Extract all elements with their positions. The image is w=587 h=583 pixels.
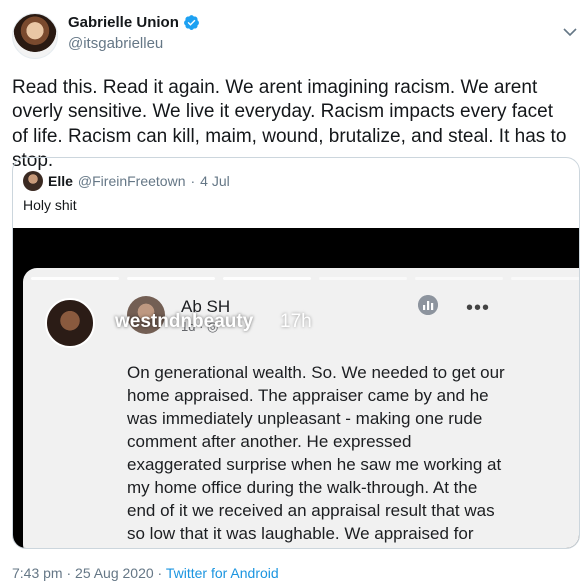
tweet-card: Gabrielle Union @itsgabrielleu Read this… — [0, 0, 587, 583]
quoted-handle: @FireinFreetown — [77, 173, 186, 189]
quoted-text: Holy shit — [23, 197, 77, 213]
story-progress-bar — [127, 277, 215, 280]
tweet-source-link[interactable]: Twitter for Android — [166, 565, 279, 581]
quoted-separator: · — [190, 173, 196, 189]
story-username: westndnbeauty — [115, 311, 254, 332]
quoted-name: Elle — [48, 173, 73, 189]
quoted-avatar — [23, 171, 43, 191]
quoted-media[interactable]: Ab SH 1d · ◎ westndnbeauty 17h ••• On ge… — [13, 228, 579, 548]
quoted-header: Elle @FireinFreetown · 4 Jul — [23, 171, 230, 191]
post-text: On generational wealth. So. We needed to… — [127, 363, 505, 548]
analytics-icon — [418, 295, 438, 315]
quoted-tweet[interactable]: Elle @FireinFreetown · 4 Jul Holy shit A… — [12, 157, 580, 549]
tweet-footer: 7:43 pm · 25 Aug 2020 · Twitter for Andr… — [12, 565, 279, 581]
story-screenshot: Ab SH 1d · ◎ westndnbeauty 17h ••• On ge… — [23, 268, 579, 548]
story-progress-bar — [31, 277, 119, 280]
story-progress-bar — [223, 277, 311, 280]
more-icon: ••• — [466, 297, 491, 319]
author-handle[interactable]: @itsgabrielleu — [68, 35, 163, 52]
verified-badge-icon — [183, 15, 199, 30]
quoted-date: 4 Jul — [200, 173, 230, 189]
tweet-timestamp[interactable]: 7:43 pm · 25 Aug 2020 · — [12, 565, 166, 581]
story-avatar — [45, 298, 95, 348]
author-display-name[interactable]: Gabrielle Union — [68, 14, 179, 31]
story-progress-bar — [415, 277, 503, 280]
story-progress-bar — [319, 277, 407, 280]
author-avatar[interactable] — [12, 13, 58, 59]
author-name-row[interactable]: Gabrielle Union — [68, 14, 200, 31]
story-time: 17h — [280, 311, 312, 332]
caret-down-icon[interactable] — [563, 28, 577, 37]
story-progress-bar — [511, 277, 579, 280]
